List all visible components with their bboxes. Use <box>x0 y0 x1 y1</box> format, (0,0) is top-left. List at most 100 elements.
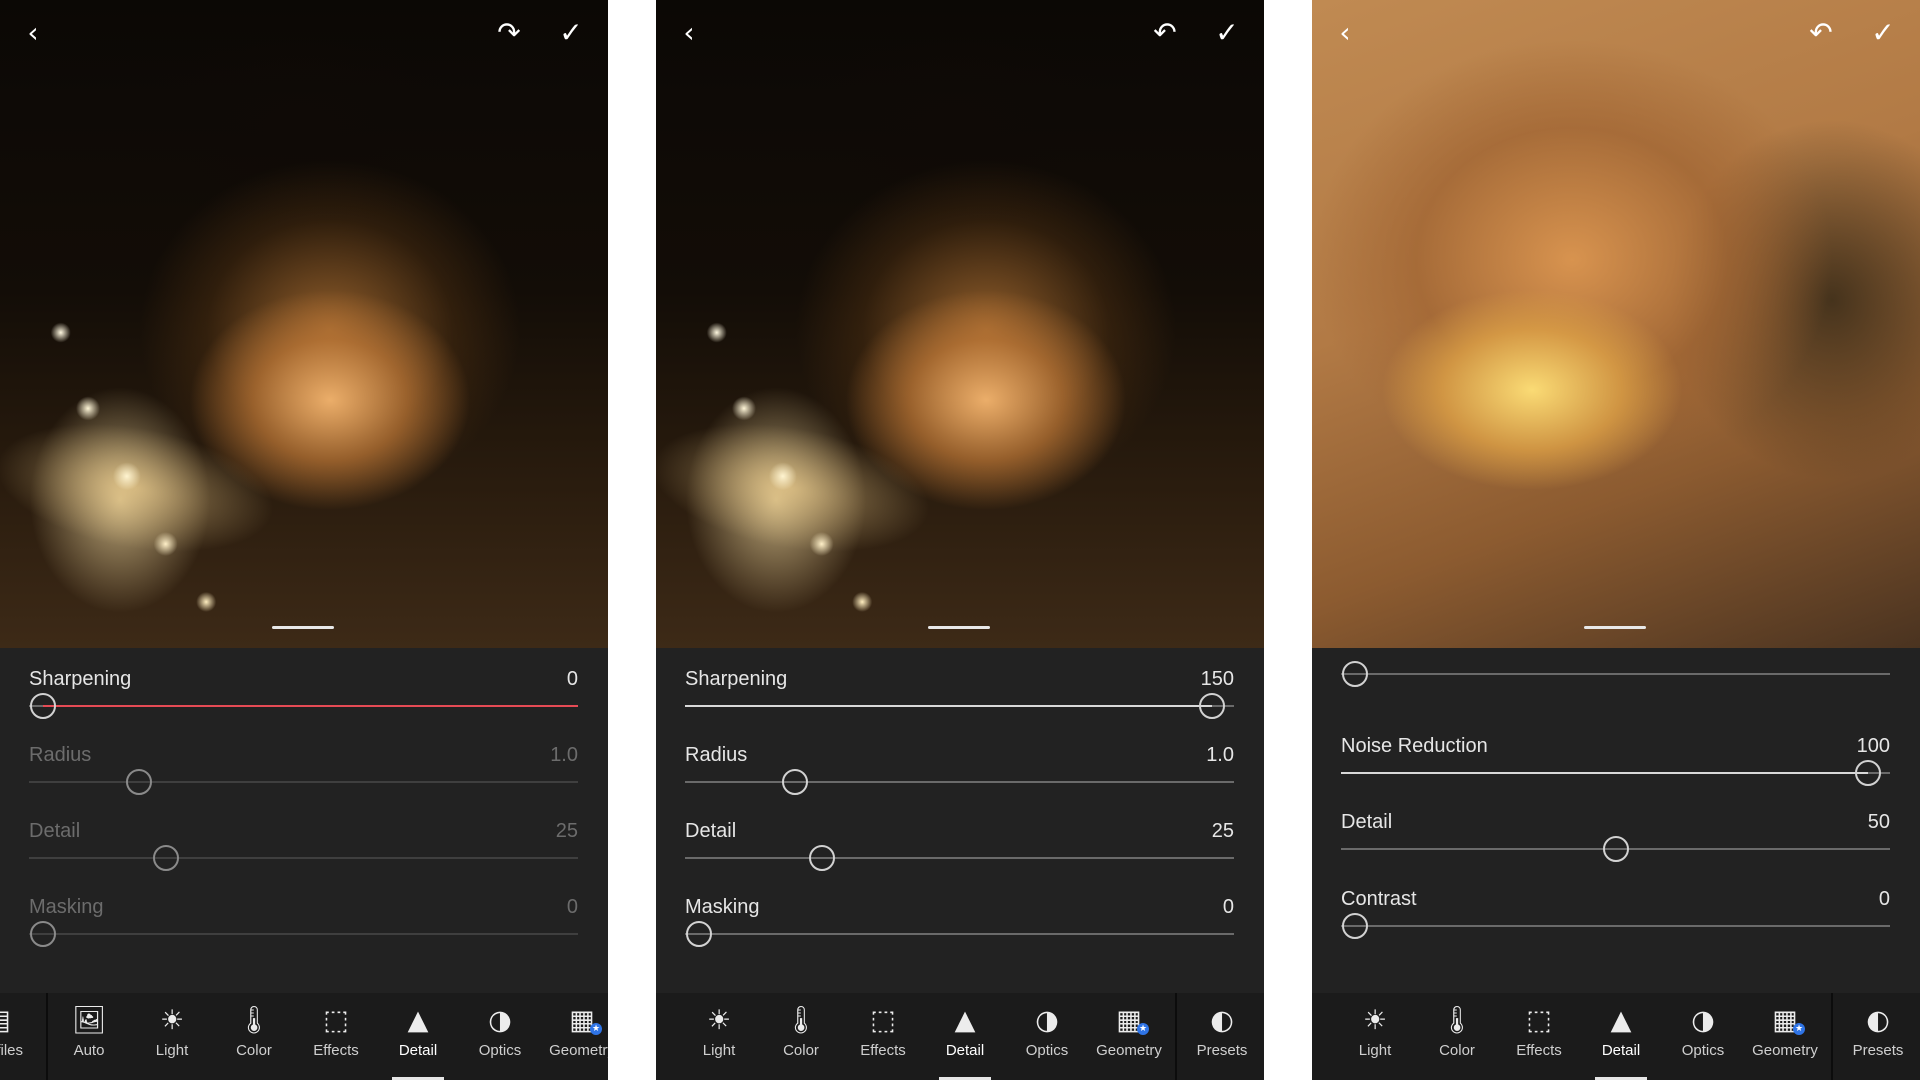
slider-track[interactable] <box>685 921 1234 947</box>
slider-knob[interactable] <box>1855 760 1882 786</box>
tool-detail[interactable]: ▲ Detail <box>378 993 458 1080</box>
slider-label: Sharpening <box>685 668 788 690</box>
back-icon[interactable]: ‹ <box>18 18 48 48</box>
toolbar-divider <box>1831 993 1833 1080</box>
detail-icon: ▲ <box>1610 1005 1632 1036</box>
slider-knob[interactable] <box>153 845 180 871</box>
tool-detail[interactable]: ▲ Detail <box>925 993 1005 1080</box>
slider-knob[interactable] <box>1199 693 1226 719</box>
slider-label: Radius <box>29 744 92 766</box>
tool-optics[interactable]: ◑ Optics <box>1663 993 1743 1080</box>
profiles-icon: ▤ <box>0 1005 38 1037</box>
tool-optics[interactable]: ◑ Optics <box>1007 993 1087 1080</box>
slider-knob[interactable] <box>686 921 712 947</box>
slider-track[interactable] <box>685 845 1234 871</box>
drag-handle[interactable] <box>928 626 990 629</box>
tool-geometry[interactable]: ▦★ Geometry <box>1745 993 1825 1080</box>
tool-light[interactable]: ☀ Light <box>679 993 759 1080</box>
tool-detail[interactable]: ▲ Detail <box>1581 993 1661 1080</box>
color-icon: 🌡 <box>1439 1005 1475 1036</box>
optics-icon: ◑ <box>488 1005 512 1036</box>
slider-knob[interactable] <box>1342 661 1368 687</box>
slider-value: 150 <box>1200 668 1234 690</box>
tool-light[interactable]: ☀ Light <box>1335 993 1415 1080</box>
detail-slider[interactable]: Detail 25 <box>656 820 1264 896</box>
light-icon: ☀ <box>1362 1005 1388 1036</box>
photo-preview[interactable] <box>656 0 1264 648</box>
tool-geometry[interactable]: ▦★ Geometry <box>542 993 608 1080</box>
contrast-slider[interactable]: Contrast 0 <box>1312 888 1920 964</box>
tool-color[interactable]: 🌡 Color <box>1417 993 1497 1080</box>
presets-icon: ◐ <box>1866 1005 1890 1036</box>
tool-label: Light <box>155 1042 189 1059</box>
check-icon[interactable]: ✓ <box>1868 18 1898 48</box>
redo-icon[interactable]: ↷ <box>494 18 524 48</box>
noise-detail-slider[interactable]: Detail 50 <box>1312 811 1920 887</box>
tool-presets[interactable]: ◐ Presets <box>1182 993 1262 1080</box>
new-badge-icon: ★ <box>1137 1023 1149 1035</box>
back-icon[interactable]: ‹ <box>674 18 704 48</box>
slider-fill <box>1341 772 1869 774</box>
check-icon[interactable]: ✓ <box>556 18 586 48</box>
optics-icon: ◑ <box>1691 1005 1715 1036</box>
slider-knob[interactable] <box>809 845 836 871</box>
noise-reduction-slider[interactable]: Noise Reduction 100 <box>1312 735 1920 811</box>
radius-slider[interactable]: Radius 1.0 <box>656 744 1264 820</box>
slider-value: 1.0 <box>550 744 578 766</box>
tool-label: Presets <box>1196 1042 1248 1059</box>
tool-color[interactable]: 🌡 Color <box>214 993 294 1080</box>
slider-knob[interactable] <box>30 921 56 947</box>
tool-effects[interactable]: ⬚ Effects <box>296 993 376 1080</box>
tool-label: Auto <box>73 1042 105 1059</box>
slider-label: Detail <box>1341 811 1393 833</box>
slider-knob[interactable] <box>1602 836 1629 862</box>
tool-presets[interactable]: ◐ Presets <box>1838 993 1918 1080</box>
slider-knob[interactable] <box>30 693 56 719</box>
back-icon[interactable]: ‹ <box>1330 18 1360 48</box>
slider-knob[interactable] <box>1342 913 1368 939</box>
photo-preview[interactable] <box>0 0 608 648</box>
tool-label: Optics <box>478 1042 522 1059</box>
slider-track[interactable] <box>1341 661 1890 687</box>
slider-track[interactable] <box>29 845 578 871</box>
slider-track[interactable] <box>1341 913 1890 939</box>
slider-track[interactable] <box>29 921 578 947</box>
radius-slider[interactable]: Radius 1.0 <box>0 744 608 820</box>
tool-geometry[interactable]: ▦★ Geometry <box>1089 993 1169 1080</box>
slider-track[interactable] <box>685 693 1234 719</box>
detail-slider[interactable]: Detail 25 <box>0 820 608 896</box>
slider-value: 50 <box>1867 811 1890 833</box>
slider-knob[interactable] <box>125 769 152 795</box>
tool-color[interactable]: 🌡 Color <box>761 993 841 1080</box>
slider-knob[interactable] <box>781 769 808 795</box>
detail-icon: ▲ <box>954 1005 976 1036</box>
slider-track[interactable] <box>1341 760 1890 786</box>
tool-light[interactable]: ☀ Light <box>132 993 212 1080</box>
masking-slider[interactable]: Masking 0 <box>656 896 1264 972</box>
slider-track[interactable] <box>1341 836 1890 862</box>
drag-handle[interactable] <box>1584 626 1646 629</box>
tool-effects[interactable]: ⬚ Effects <box>843 993 923 1080</box>
drag-handle[interactable] <box>272 626 334 629</box>
slider-value: 0 <box>566 668 578 690</box>
slider-track[interactable] <box>29 693 578 719</box>
tool-label: Detail <box>1601 1042 1641 1059</box>
tool-label: Presets <box>1852 1042 1904 1059</box>
masking-slider[interactable]: Masking 0 <box>0 896 608 972</box>
undo-icon[interactable]: ↶ <box>1806 18 1836 48</box>
detail-sliders-panel: Noise Reduction 100 Detail 50 Contrast 0 <box>1312 648 1920 993</box>
check-icon[interactable]: ✓ <box>1212 18 1242 48</box>
tool-effects[interactable]: ⬚ Effects <box>1499 993 1579 1080</box>
undo-icon[interactable]: ↶ <box>1150 18 1180 48</box>
photo-preview[interactable] <box>1312 0 1920 648</box>
slider-value: 0 <box>1222 896 1234 918</box>
sharpening-slider[interactable]: Sharpening 0 <box>0 668 608 744</box>
slider-track[interactable] <box>29 769 578 795</box>
tool-profiles[interactable]: ▤ Profiles <box>0 993 38 1080</box>
slider-value: 0 <box>1878 888 1890 910</box>
sharpening-slider[interactable]: Sharpening 150 <box>656 668 1264 744</box>
tool-optics[interactable]: ◑ Optics <box>460 993 540 1080</box>
masking-slider-partial[interactable] <box>1312 636 1920 712</box>
tool-auto[interactable]: 🖼 Auto <box>49 993 129 1080</box>
slider-track[interactable] <box>685 769 1234 795</box>
